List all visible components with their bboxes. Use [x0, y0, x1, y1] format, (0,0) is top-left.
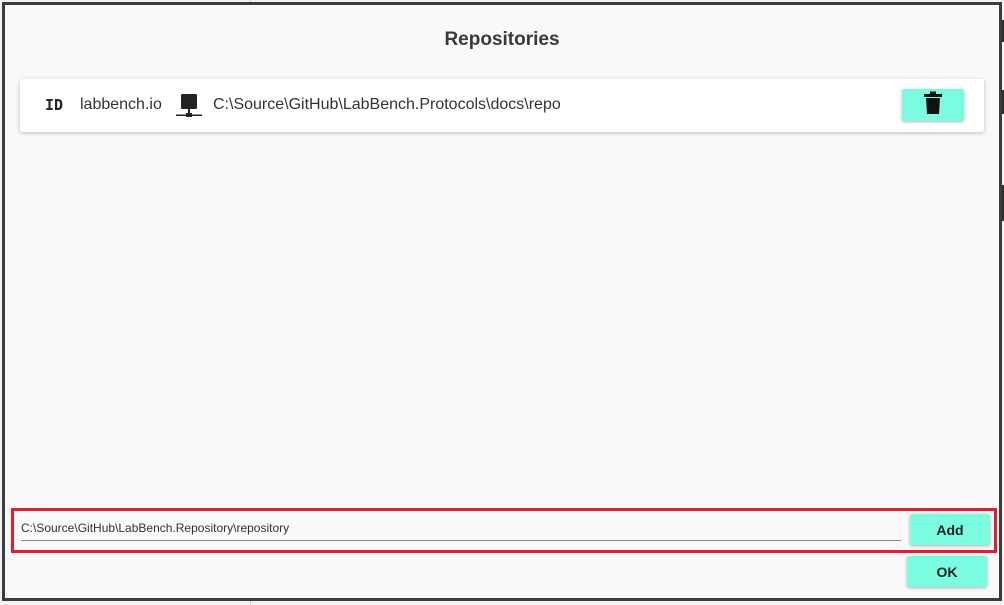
- repositories-dialog: Repositories ID labbench.io C:\Source\Gi…: [2, 2, 1002, 601]
- network-drive-icon: [174, 93, 204, 119]
- id-icon: ID: [45, 96, 64, 114]
- repository-name: labbench.io: [80, 96, 162, 113]
- trash-icon: [923, 91, 943, 120]
- dialog-title: Repositories: [444, 29, 560, 50]
- add-repository-row: Add: [11, 508, 997, 553]
- ok-button[interactable]: OK: [907, 556, 987, 587]
- repository-path: C:\Source\GitHub\LabBench.Protocols\docs…: [213, 96, 561, 113]
- repository-path-input[interactable]: [21, 516, 901, 541]
- repository-card: ID labbench.io C:\Source\GitHub\LabBench…: [20, 79, 984, 132]
- delete-repository-button[interactable]: [902, 89, 964, 121]
- add-button[interactable]: Add: [910, 514, 990, 545]
